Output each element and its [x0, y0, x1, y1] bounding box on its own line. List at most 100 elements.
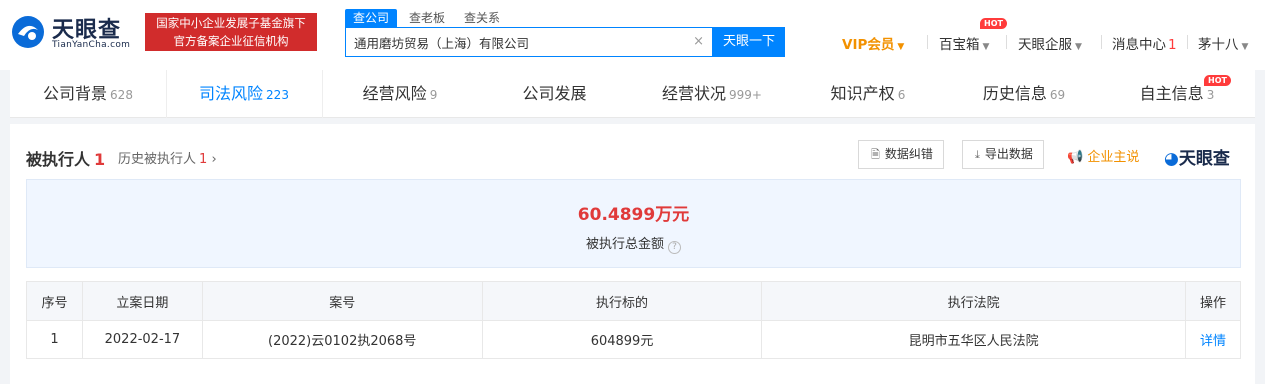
message-center-label: 消息中心: [1112, 37, 1166, 53]
total-amount-summary: 60.4899万元 被执行总金额?: [26, 179, 1241, 268]
tab-search-boss[interactable]: 查老板: [409, 9, 445, 27]
treasure-box-menu[interactable]: 百宝箱 ▼: [939, 33, 989, 53]
tab-label: 公司背景: [43, 84, 108, 103]
column-header: 执行法院: [761, 281, 1186, 321]
hot-badge: HOT: [1204, 75, 1231, 86]
tab-label: 自主信息: [1139, 84, 1204, 103]
chevron-down-icon: ▼: [1241, 42, 1249, 52]
cell-court: 昆明市五华区人民法院: [761, 320, 1186, 359]
message-center[interactable]: 消息中心 1: [1112, 33, 1177, 53]
section-title: 被执行人 1: [26, 146, 105, 170]
tianyancha-logo[interactable]: 天眼查 TianYanCha.com: [10, 12, 138, 52]
cell-index: 1: [26, 320, 83, 359]
user-menu[interactable]: 茅十八 ▼: [1198, 33, 1248, 53]
tab-label: 司法风险: [199, 84, 264, 103]
tab-label: 知识产权: [830, 84, 895, 103]
column-header: 案号: [201, 281, 483, 321]
total-amount-caption: 被执行总金额: [585, 237, 664, 252]
category-tabs: 公司背景 628 司法风险 223 经营风险 9 公司发展 经营状况 999+ 知识产权…: [10, 70, 1255, 118]
banner-line-2: 官方备案企业征信机构: [173, 34, 289, 48]
details-link[interactable]: 详情: [1184, 320, 1242, 359]
banner-line-1: 国家中小企业发展子基金旗下: [156, 16, 306, 30]
tab-company-background[interactable]: 公司背景 628: [10, 70, 166, 118]
owner-say-label: 企业主说: [1087, 150, 1140, 165]
hot-badge: HOT: [980, 18, 1007, 29]
section-count: 1: [94, 150, 106, 169]
user-name: 茅十八: [1198, 37, 1239, 53]
search-button[interactable]: 天眼一下: [713, 27, 785, 57]
table-header-row: 序号 立案日期 案号 执行标的 执行法院 操作: [26, 281, 1242, 321]
top-bar: 天眼查 TianYanCha.com 国家中小企业发展子基金旗下 官方备案企业征…: [0, 0, 1265, 70]
tab-search-relation[interactable]: 查关系: [464, 9, 500, 27]
document-icon: 🗎: [871, 148, 880, 161]
column-header: 操作: [1184, 281, 1242, 321]
megaphone-icon: 📢: [1067, 150, 1084, 165]
tab-count: 999+: [729, 88, 762, 102]
chevron-down-icon: ▼: [982, 42, 990, 52]
message-count: 1: [1168, 37, 1177, 53]
enterprise-service-menu[interactable]: 天眼企服 ▼: [1018, 33, 1082, 53]
treasure-label: 百宝箱: [939, 37, 980, 53]
table-row: 1 2022-02-17 (2022)云0102执2068号 604899元 昆…: [26, 320, 1242, 359]
tab-count: 69: [1049, 88, 1066, 102]
executed-person-panel: 被执行人 1 历史被执行人 1 › 🗎 数据纠错 ⤓ 导出数据 📢 企业主说 ◕天眼查 …: [10, 124, 1255, 384]
help-icon[interactable]: ?: [668, 241, 681, 254]
brand-watermark: ◕天眼查: [1164, 144, 1230, 169]
tab-count: 9: [429, 88, 438, 102]
tab-count: 223: [266, 88, 289, 102]
tab-intellectual-property[interactable]: 知识产权 6: [790, 70, 946, 118]
total-amount-label: 被执行总金额?: [27, 233, 1240, 254]
nav-divider: [1187, 35, 1188, 49]
executed-person-table: 序号 立案日期 案号 执行标的 执行法院 操作 1 2022-02-17 (20…: [26, 281, 1242, 359]
cell-execution-amount: 604899元: [481, 320, 763, 359]
data-correction-label: 数据纠错: [884, 147, 933, 161]
export-data-button[interactable]: ⤓ 导出数据: [962, 140, 1044, 169]
nav-divider: [1006, 35, 1007, 49]
tab-label: 公司发展: [522, 84, 587, 103]
vip-label: VIP会员: [842, 37, 895, 53]
search-input[interactable]: [346, 28, 686, 56]
total-amount: 60.4899万元: [27, 200, 1240, 225]
tab-business-risk[interactable]: 经营风险 9: [322, 70, 478, 118]
search-box: ×: [345, 27, 713, 57]
nav-divider: [1101, 35, 1102, 49]
section-title-label: 被执行人: [26, 150, 91, 169]
column-header: 立案日期: [81, 281, 203, 321]
enterprise-label: 天眼企服: [1018, 37, 1072, 53]
tab-label: 历史信息: [982, 84, 1047, 103]
data-correction-button[interactable]: 🗎 数据纠错: [858, 140, 944, 169]
column-header: 执行标的: [481, 281, 763, 321]
chevron-right-icon: ›: [211, 152, 217, 167]
history-count: 1: [199, 152, 208, 167]
brand-name: 天眼查: [1178, 149, 1230, 169]
clear-icon[interactable]: ×: [693, 34, 704, 49]
chevron-down-icon: ▼: [897, 42, 905, 52]
tab-count: 3: [1206, 88, 1215, 102]
total-amount-unit: 万元: [655, 205, 690, 225]
download-icon: ⤓: [975, 148, 980, 161]
cell-filing-date: 2022-02-17: [81, 320, 203, 359]
history-label: 历史被执行人: [118, 152, 197, 167]
column-header: 序号: [26, 281, 83, 321]
vip-member-menu[interactable]: VIP会员 ▼: [842, 33, 904, 53]
owner-say-link[interactable]: 📢 企业主说: [1067, 146, 1139, 165]
tab-count: 6: [897, 88, 906, 102]
tab-count: 628: [110, 88, 133, 102]
tab-search-company[interactable]: 查公司: [345, 9, 398, 27]
tab-label: 经营风险: [362, 84, 427, 103]
export-data-label: 导出数据: [984, 147, 1033, 161]
cell-case-number: (2022)云0102执2068号: [201, 320, 483, 359]
tab-judicial-risk[interactable]: 司法风险 223: [166, 70, 322, 118]
logo-mark-icon: [12, 16, 44, 48]
nav-divider: [927, 35, 928, 49]
chevron-down-icon: ▼: [1075, 42, 1082, 52]
logo-mark-icon: ◕: [1164, 149, 1179, 169]
official-banner[interactable]: 国家中小企业发展子基金旗下 官方备案企业征信机构: [145, 13, 317, 51]
logo-domain: TianYanCha.com: [52, 40, 131, 50]
tab-history-info[interactable]: 历史信息 69: [946, 70, 1102, 118]
tab-operating-status[interactable]: 经营状况 999+: [634, 70, 790, 118]
tab-company-development[interactable]: 公司发展: [478, 70, 634, 118]
history-executed-link[interactable]: 历史被执行人 1 ›: [118, 148, 217, 167]
tab-label: 经营状况: [662, 84, 727, 103]
total-amount-value: 60.4899: [577, 205, 656, 225]
